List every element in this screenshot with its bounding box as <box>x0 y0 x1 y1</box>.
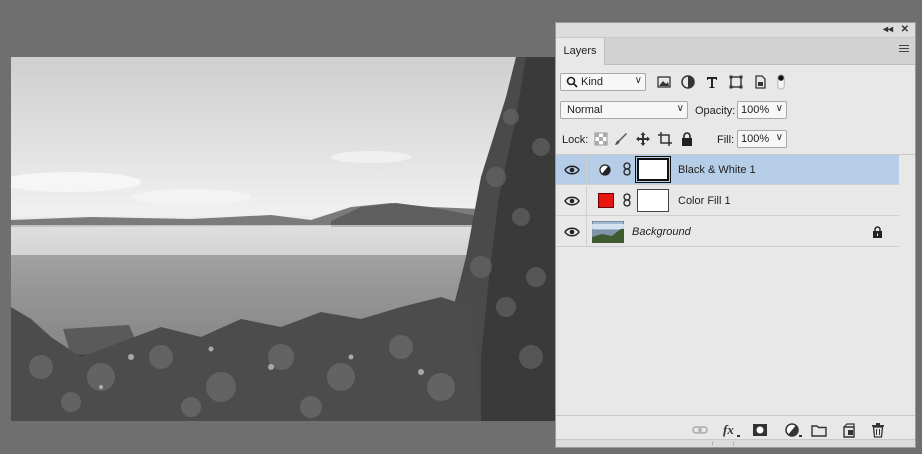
row-divider <box>586 155 587 184</box>
document-canvas[interactable] <box>11 57 555 421</box>
double-chevron-left-icon[interactable]: ◂◂ <box>883 23 893 37</box>
add-mask-icon[interactable] <box>752 422 768 438</box>
fill-value: 100% <box>741 133 770 145</box>
lock-label: Lock: <box>562 134 589 146</box>
chevron-down-icon: ∨ <box>775 132 783 143</box>
image-filter-icon[interactable] <box>656 74 672 90</box>
blend-mode-dropdown[interactable]: Normal ∨ <box>560 101 688 119</box>
layer-name[interactable]: Black & White 1 <box>678 164 756 176</box>
layer-row[interactable]: Black & White 1 <box>556 155 899 185</box>
layer-effects-fx-icon[interactable]: fx <box>722 422 742 438</box>
panel-bottom-toolbar: fx <box>556 415 915 442</box>
panel-menu-icon[interactable] <box>899 45 909 54</box>
adjustment-layer-icon <box>599 164 611 176</box>
lock-transparency-icon[interactable] <box>594 132 608 146</box>
layer-filter-row: Kind ∨ <box>556 71 915 93</box>
panel-title-bar[interactable]: ◂◂ ✕ <box>556 23 915 38</box>
search-icon <box>566 76 578 88</box>
background-thumbnail[interactable] <box>592 221 624 243</box>
lock-row: Lock: Fill: 100% ∨ <box>556 129 915 151</box>
landscape-photo <box>11 57 555 421</box>
tab-layers[interactable]: Layers <box>556 38 605 65</box>
type-filter-icon[interactable] <box>704 74 720 90</box>
new-layer-icon[interactable] <box>841 422 857 438</box>
filter-toggle-icon[interactable] <box>776 74 786 90</box>
layer-name[interactable]: Color Fill 1 <box>678 195 731 207</box>
close-icon[interactable]: ✕ <box>901 23 909 37</box>
layer-row[interactable]: Background <box>556 217 899 247</box>
chevron-down-icon: ∨ <box>775 103 783 114</box>
row-divider <box>586 217 587 246</box>
fill-field[interactable]: 100% ∨ <box>737 130 787 148</box>
new-fill-adjustment-icon[interactable] <box>784 422 804 438</box>
opacity-field[interactable]: 100% ∨ <box>737 101 787 119</box>
opacity-label: Opacity: <box>695 105 736 117</box>
row-divider <box>586 186 587 215</box>
eye-visibility-icon[interactable] <box>564 195 580 207</box>
blend-mode-value: Normal <box>567 104 603 116</box>
link-chain-icon[interactable] <box>622 162 632 176</box>
lock-pixels-brush-icon[interactable] <box>614 132 628 146</box>
opacity-value: 100% <box>741 104 770 116</box>
smart-object-filter-icon[interactable] <box>752 74 768 90</box>
adjustment-filter-icon[interactable] <box>680 74 696 90</box>
lock-position-move-icon[interactable] <box>636 132 650 146</box>
new-group-folder-icon[interactable] <box>811 422 827 438</box>
lock-icon <box>873 226 882 238</box>
layer-row[interactable]: Color Fill 1 <box>556 186 899 216</box>
shape-filter-icon[interactable] <box>728 74 744 90</box>
filter-kind-dropdown[interactable]: Kind ∨ <box>560 73 646 91</box>
layer-mask-thumbnail[interactable] <box>637 189 669 212</box>
link-layers-icon[interactable] <box>692 422 708 438</box>
eye-visibility-icon[interactable] <box>564 164 580 176</box>
panel-tab-strip: Layers <box>556 38 915 65</box>
trash-delete-icon[interactable] <box>870 422 886 438</box>
chevron-down-icon: ∨ <box>634 75 642 86</box>
blend-row: Normal ∨ Opacity: 100% ∨ <box>556 100 915 122</box>
chevron-down-icon: ∨ <box>676 103 684 114</box>
lock-artboard-crop-icon[interactable] <box>658 132 672 146</box>
layers-list: Black & White 1 Color Fill 1 Background <box>556 154 915 415</box>
color-fill-swatch[interactable] <box>598 193 614 208</box>
link-chain-icon[interactable] <box>622 193 632 207</box>
panel-resize-grip[interactable] <box>556 439 915 447</box>
layer-mask-thumbnail[interactable] <box>635 156 671 183</box>
eye-visibility-icon[interactable] <box>564 226 580 238</box>
filter-kind-label: Kind <box>581 76 604 88</box>
svg-text:fx: fx <box>723 422 734 437</box>
layer-name[interactable]: Background <box>632 226 691 238</box>
lock-all-icon[interactable] <box>680 132 694 146</box>
layers-panel: ◂◂ ✕ Layers Kind ∨ Normal ∨ Opacity: 100… <box>555 22 916 448</box>
fill-label: Fill: <box>717 134 735 146</box>
